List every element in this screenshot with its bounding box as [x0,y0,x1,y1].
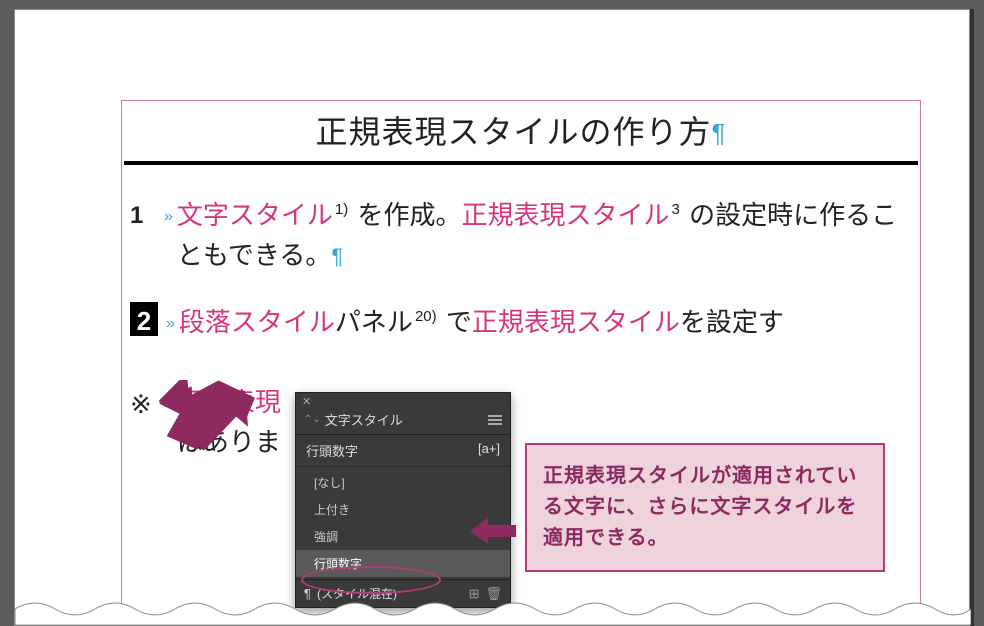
pilcrow-icon: ¶ [712,118,727,148]
superscript: 3 [670,201,682,218]
panel-tab-label[interactable]: 文字スタイル [325,410,403,429]
char-style-run: 段落スタイル [179,307,335,337]
character-styles-panel[interactable]: ✕ ⌃⌄ 文字スタイル 行頭数字 [a+] [なし] 上付き 強調 行頭数字 ¶… [295,392,511,608]
title-text: 正規表現スタイルの作り方 [316,114,712,150]
style-item-leading-digit[interactable]: 行頭数字 [296,550,510,577]
char-style-run: 正規表現スタイル [462,200,670,230]
step-text: 文字スタイル1) を作成。正規表現スタイル3 の設定時に作ることもできる。¶ [177,195,912,276]
arrow-icon [470,518,516,544]
indent-marker-icon: » [164,205,173,230]
step-number: 1 [130,195,164,234]
override-badge[interactable]: [a+] [478,441,500,460]
list-item: 2 » 段落スタイルパネル20) で正規表現スタイルを設定す [130,302,912,342]
document-page: 正規表現スタイルの作り方¶ 1 » 文字スタイル1) を作成。正規表現スタイル3… [14,9,970,626]
current-style-row[interactable]: 行頭数字 [a+] [296,435,510,467]
page-title: 正規表現スタイルの作り方¶ [122,101,920,161]
annotation-box: 正規表現スタイルが適用されている文字に、さらに文字スタイルを適用できる。 [525,443,885,572]
arrow-icon [159,380,255,450]
panel-menu-icon[interactable] [488,415,502,425]
close-icon[interactable]: ✕ [302,395,311,408]
current-style-name: 行頭数字 [306,441,358,460]
list-item: 1 » 文字スタイル1) を作成。正規表現スタイル3 の設定時に作ることもできる… [130,195,912,276]
pilcrow-icon: ¶ [331,244,343,269]
torn-edge-decoration [15,595,971,625]
annotation-text: 正規表現スタイルが適用されている文字に、さらに文字スタイルを適用できる。 [543,465,857,549]
char-style-run: 正規表現スタイル [472,307,680,337]
superscript: 20) [413,308,439,325]
step-number-selected: 2 [130,302,158,336]
style-item-none[interactable]: [なし] [296,469,510,496]
superscript: 1) [333,201,350,218]
panel-tab-row: ⌃⌄ 文字スタイル [296,407,510,435]
chevron-icon[interactable]: ⌃⌄ [304,414,321,425]
step-text: 段落スタイルパネル20) で正規表現スタイルを設定す [179,302,912,342]
indent-marker-icon: » [166,312,175,337]
panel-titlebar[interactable]: ✕ [296,393,510,407]
char-style-run: 文字スタイル [177,200,333,230]
